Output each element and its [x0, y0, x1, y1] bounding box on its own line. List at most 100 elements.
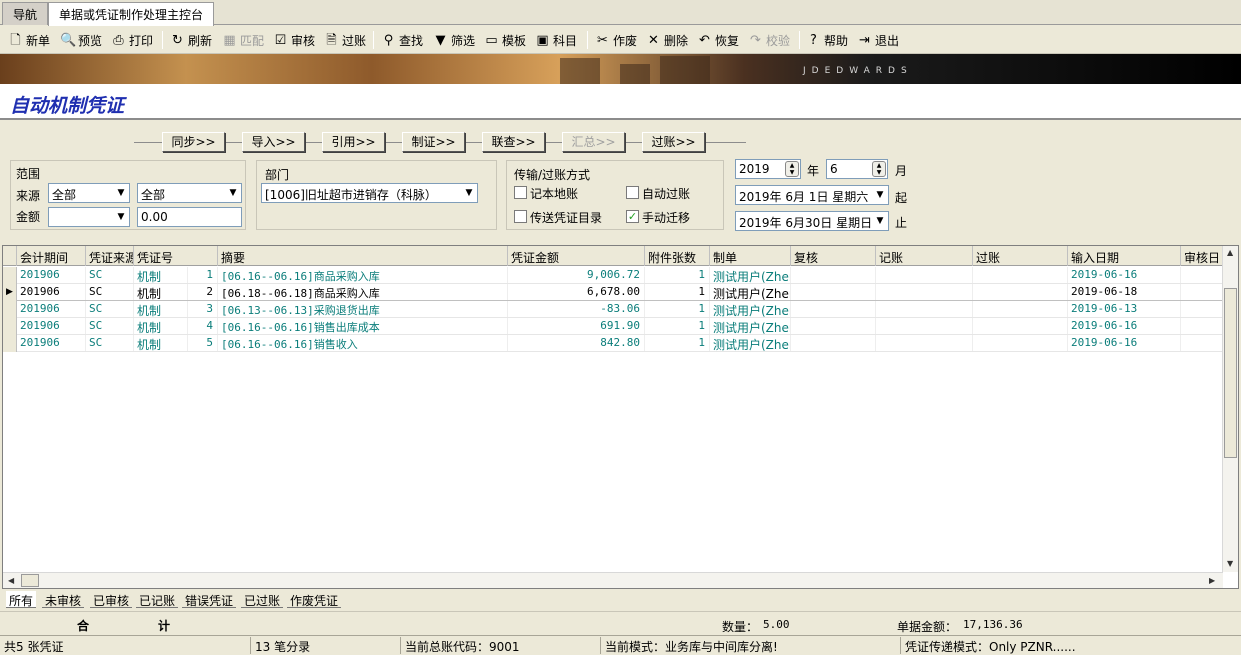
scroll-down-icon[interactable]: ▼ — [1227, 559, 1233, 568]
col-attachments[interactable]: 附件张数 — [645, 246, 710, 266]
row-pointer-icon[interactable]: ▶ — [3, 284, 17, 301]
cell-review — [791, 267, 876, 283]
table-row[interactable]: 201906 SC 机制 4 [06.16--06.16]销售出库成本 691.90 1 测试… — [3, 318, 1223, 335]
tab-label: 单据或凭证制作处理主控台 — [59, 8, 204, 22]
source-select-1[interactable]: 全部 ▼ — [48, 183, 130, 203]
col-amount[interactable]: 凭证金额 — [508, 246, 645, 266]
tab-voucher-console[interactable]: 单据或凭证制作处理主控台 — [48, 2, 215, 26]
verify-button[interactable]: ↷ 校验 — [748, 30, 790, 50]
col-period[interactable]: 会计期间 — [17, 246, 86, 266]
col-source[interactable]: 凭证来源 — [86, 246, 134, 266]
local-ledger-checkbox[interactable] — [514, 186, 527, 199]
void-button[interactable]: ✂ 作废 — [595, 30, 637, 50]
end-label: 止 — [895, 216, 908, 230]
year-value: 2019 — [739, 162, 770, 176]
template-button[interactable]: ▭ 模板 — [484, 30, 526, 50]
tab-audited[interactable]: 已审核 — [90, 591, 133, 608]
restore-button[interactable]: ↶ 恢复 — [697, 30, 739, 50]
cell-summary: [06.18--06.18]商品采购入库 — [218, 284, 508, 300]
col-review[interactable]: 复核 — [791, 246, 876, 266]
row-indicator[interactable] — [3, 301, 17, 318]
start-date-picker[interactable]: 2019年 6月 1日 星期六 ▼ — [735, 185, 889, 205]
cell-type: 机制 — [134, 301, 188, 317]
post-button[interactable]: 🗎 过账 — [324, 30, 366, 50]
new-button[interactable]: 🗋 新单 — [8, 30, 50, 50]
post-flow-button[interactable]: 过账>> — [642, 132, 705, 152]
year-spinner[interactable]: 2019 ▲ ▼ — [735, 159, 801, 179]
spin-updown-icon[interactable]: ▲ ▼ — [872, 161, 886, 177]
quantity-value: 5.00 — [763, 618, 790, 631]
source-select-2[interactable]: 全部 ▼ — [137, 183, 242, 203]
col-summary[interactable]: 摘要 — [218, 246, 508, 266]
scroll-left-icon[interactable]: ◀ — [8, 576, 14, 585]
preview-button[interactable]: 🔍 预览 — [60, 30, 102, 50]
delete-label: 删除 — [664, 33, 689, 48]
subject-button[interactable]: ▣ 科目 — [535, 30, 577, 50]
vertical-scroll-thumb[interactable] — [1224, 288, 1237, 458]
summary-button[interactable]: 汇总>> — [562, 132, 625, 152]
reference-button[interactable]: 引用>> — [322, 132, 385, 152]
cell-period: 201906 — [17, 318, 86, 334]
col-posted[interactable]: 过账 — [973, 246, 1068, 266]
tab-posted[interactable]: 已过账 — [241, 591, 284, 608]
make-voucher-button[interactable]: 制证>> — [402, 132, 465, 152]
tab-void[interactable]: 作废凭证 — [287, 591, 342, 608]
col-audit-date[interactable]: 审核日 — [1181, 246, 1223, 266]
filter-button[interactable]: ▼ 筛选 — [433, 30, 476, 50]
table-row[interactable]: 201906 SC 机制 1 [06.16--06.16]商品采购入库 9,006.72 1… — [3, 267, 1223, 284]
toolbar-separator — [162, 31, 163, 49]
cell-input-date: 2019-06-18 — [1068, 284, 1181, 300]
manual-migrate-checkbox[interactable]: ✓ — [626, 210, 639, 223]
amount-select[interactable]: ▼ — [48, 207, 130, 227]
row-indicator[interactable] — [3, 318, 17, 335]
cell-source: SC — [86, 335, 134, 351]
spin-updown-icon[interactable]: ▲ ▼ — [785, 161, 799, 177]
amount-label: 金额 — [16, 210, 41, 224]
help-button[interactable]: ? 帮助 — [806, 30, 848, 50]
send-directory-checkbox[interactable] — [514, 210, 527, 223]
col-maker[interactable]: 制单 — [710, 246, 791, 266]
import-button[interactable]: 导入>> — [242, 132, 305, 152]
cell-no: 1 — [188, 267, 218, 283]
col-input-date[interactable]: 输入日期 — [1068, 246, 1181, 266]
tab-error[interactable]: 错误凭证 — [182, 591, 237, 608]
col-voucher-no[interactable]: 凭证号 — [134, 246, 218, 266]
end-date-picker[interactable]: 2019年 6月30日 星期日 ▼ — [735, 211, 889, 231]
delete-x-icon: ✕ — [648, 32, 659, 48]
tab-booked[interactable]: 已记账 — [136, 591, 179, 608]
sync-button[interactable]: 同步>> — [162, 132, 225, 152]
refresh-button[interactable]: ↻ 刷新 — [170, 30, 212, 50]
table-row[interactable]: 201906 SC 机制 5 [06.16--06.16]销售收入 842.80 1 测试用户… — [3, 335, 1223, 352]
find-button[interactable]: ⚲ 查找 — [381, 30, 423, 50]
delete-button[interactable]: ✕ 删除 — [646, 30, 688, 50]
tab-navigation[interactable]: 导航 — [2, 2, 49, 25]
tab-all[interactable]: 所有 — [6, 591, 37, 608]
audit-button[interactable]: ☑ 审核 — [273, 30, 315, 50]
print-button[interactable]: ⎙ 打印 — [111, 30, 153, 50]
horizontal-scrollbar[interactable]: ◀ ▶ — [3, 572, 1223, 588]
exit-button[interactable]: ⇥ 退出 — [857, 30, 899, 50]
month-spinner[interactable]: 6 ▲ ▼ — [826, 159, 888, 179]
cell-maker: 测试用户(Zhen — [710, 301, 791, 317]
col-bookkeep[interactable]: 记账 — [876, 246, 973, 266]
match-button[interactable]: ▦ 匹配 — [222, 30, 264, 50]
department-select[interactable]: [1006]旧址超市进销存（科脉） ▼ — [261, 183, 478, 203]
cell-source: SC — [86, 301, 134, 317]
row-indicator[interactable] — [3, 335, 17, 352]
help-icon: ? — [810, 32, 817, 48]
table-row[interactable]: 201906 SC 机制 3 [06.13--06.13]采购退货出库 -83.06 1 测试… — [3, 301, 1223, 318]
scroll-right-icon[interactable]: ▶ — [1209, 576, 1215, 585]
row-indicator[interactable] — [3, 267, 17, 284]
cell-book — [876, 284, 973, 300]
link-query-button[interactable]: 联查>> — [482, 132, 545, 152]
horizontal-scroll-thumb[interactable] — [21, 574, 39, 587]
manual-migrate-label: 手动迁移 — [642, 211, 691, 225]
scroll-up-icon[interactable]: ▲ — [1227, 248, 1233, 257]
vertical-scrollbar[interactable]: ▲ ▼ — [1222, 246, 1238, 572]
auto-post-checkbox[interactable] — [626, 186, 639, 199]
subject-label: 科目 — [553, 33, 578, 48]
cell-period: 201906 — [17, 301, 86, 317]
tab-unaudited[interactable]: 未审核 — [42, 591, 85, 608]
table-row[interactable]: ▶ 201906 SC 机制 2 [06.18--06.18]商品采购入库 6,678.00… — [3, 284, 1223, 301]
amount-input[interactable]: 0.00 — [137, 207, 242, 227]
